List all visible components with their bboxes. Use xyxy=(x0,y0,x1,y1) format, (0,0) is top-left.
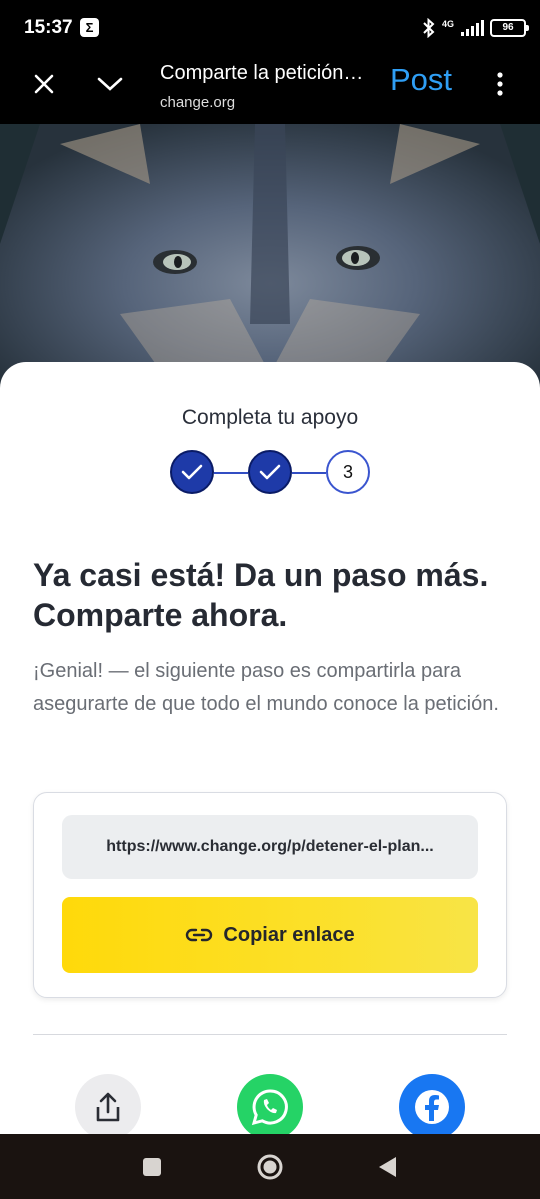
step-2-complete xyxy=(248,450,292,494)
whatsapp-icon xyxy=(251,1089,288,1126)
share-icon xyxy=(96,1092,120,1122)
check-icon xyxy=(181,464,203,480)
native-share-button[interactable] xyxy=(75,1074,141,1140)
recents-icon xyxy=(143,1158,161,1176)
page-url: change.org xyxy=(160,94,236,111)
browser-toolbar: Comparte la petición… change.org Post xyxy=(0,58,540,124)
status-time: 15:37 xyxy=(24,17,73,38)
more-vert-icon xyxy=(497,72,503,96)
minimize-button[interactable] xyxy=(94,68,126,100)
progress-title: Completa tu apoyo xyxy=(181,406,359,429)
home-button[interactable] xyxy=(255,1152,285,1182)
share-link-card: https://www.change.org/p/detener-el-plan… xyxy=(33,792,507,998)
network-type: 4G xyxy=(441,18,454,29)
chevron-down-icon xyxy=(97,77,123,91)
close-icon xyxy=(34,74,54,94)
more-options-button[interactable] xyxy=(490,68,510,100)
post-button[interactable]: Post xyxy=(390,62,452,98)
progress-stepper: 3 xyxy=(170,450,370,496)
back-button[interactable] xyxy=(372,1152,402,1182)
divider xyxy=(33,1034,507,1035)
bluetooth-icon xyxy=(423,18,435,38)
copy-link-button[interactable]: Copiar enlace xyxy=(62,897,478,973)
step-connector xyxy=(214,472,248,474)
step-connector xyxy=(292,472,326,474)
share-url-field[interactable]: https://www.change.org/p/detener-el-plan… xyxy=(62,815,478,879)
link-icon xyxy=(186,928,213,942)
app-notification-icon: Σ xyxy=(80,18,99,37)
signal-icon xyxy=(461,20,484,36)
step-3-current: 3 xyxy=(326,450,370,494)
copy-link-label: Copiar enlace xyxy=(223,923,355,946)
check-icon xyxy=(259,464,281,480)
close-button[interactable] xyxy=(28,68,60,100)
system-navigation-bar xyxy=(0,1134,540,1199)
facebook-icon xyxy=(415,1090,449,1124)
whatsapp-share-button[interactable] xyxy=(237,1074,303,1140)
page-title: Comparte la petición… xyxy=(160,62,364,84)
status-indicators: 4G 96 xyxy=(422,16,529,40)
step-1-complete xyxy=(170,450,214,494)
battery-icon: 96 xyxy=(490,19,529,37)
home-icon xyxy=(257,1154,283,1180)
facebook-share-button[interactable] xyxy=(399,1074,465,1140)
description: ¡Genial! — el siguiente paso es comparti… xyxy=(33,660,499,715)
recents-button[interactable] xyxy=(137,1152,167,1182)
headline: Ya casi está! Da un paso más. Comparte a… xyxy=(33,557,489,633)
back-icon xyxy=(379,1157,396,1177)
share-sheet: Completa tu apoyo 3 Ya casi está! Da un … xyxy=(0,362,540,1152)
status-bar: 15:37 Σ 4G 96 xyxy=(0,0,540,58)
